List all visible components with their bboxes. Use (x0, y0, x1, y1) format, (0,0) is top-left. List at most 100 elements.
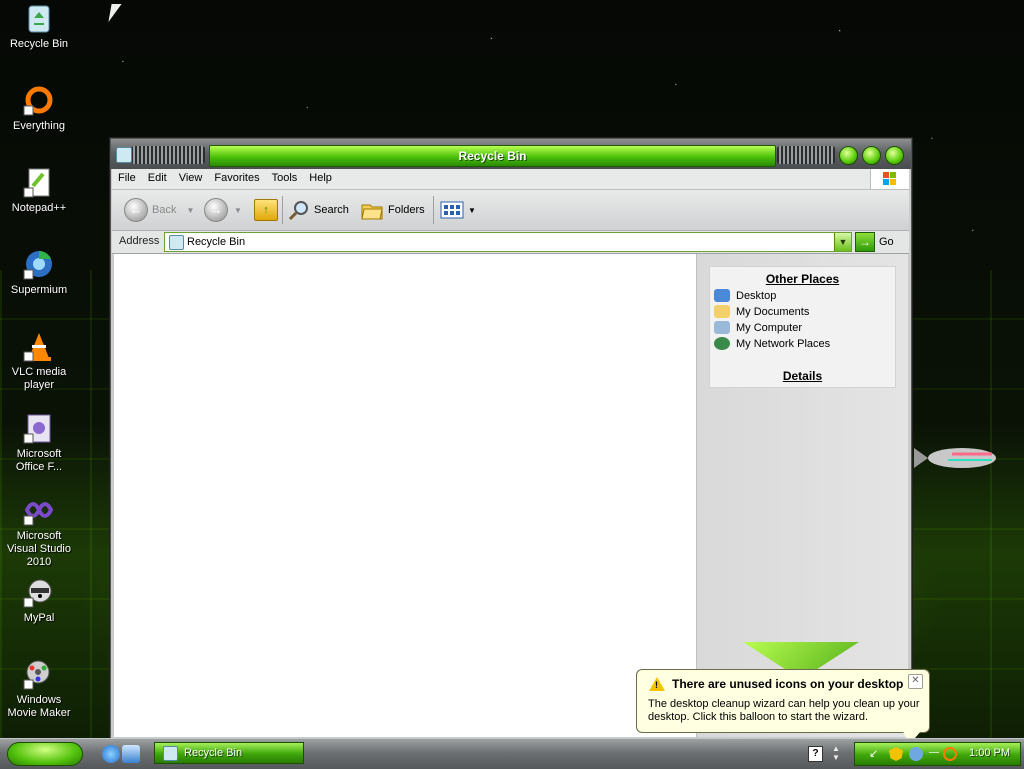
taskbar: Recycle Bin ? ▲ ▼ ↙ — 1:00 PM (0, 738, 1024, 769)
system-tray: ↙ — 1:00 PM (854, 742, 1021, 766)
desktop-icon-label: Microsoft Office F... (15, 448, 63, 473)
toolbar-separator (433, 196, 434, 224)
tray-arrow-icon[interactable]: ↙ (869, 747, 883, 761)
menu-edit[interactable]: Edit (142, 169, 173, 184)
tray-chevron-icon[interactable]: — (929, 747, 943, 761)
back-button[interactable]: ← Back ▼ (124, 198, 194, 222)
go-button[interactable]: → Go (855, 232, 894, 252)
computer-icon (714, 321, 730, 334)
menu-help[interactable]: Help (303, 169, 338, 184)
back-label: Back (152, 204, 177, 216)
address-dropdown-button[interactable]: ▼ (834, 233, 851, 251)
views-button[interactable]: ▼ (440, 198, 476, 222)
balloon-close-button[interactable]: ✕ (908, 674, 923, 689)
chevron-down-icon: ▼ (186, 205, 195, 215)
windows-flag-icon (870, 169, 909, 189)
taskbar-button-recycle-bin[interactable]: Recycle Bin (154, 742, 304, 764)
balloon-title: There are unused icons on your desktop (672, 677, 904, 691)
menu-tools[interactable]: Tools (266, 169, 304, 184)
language-bar-arrows-icon[interactable]: ▲ ▼ (832, 744, 840, 762)
folders-button[interactable]: Folders (360, 198, 425, 222)
start-button[interactable] (7, 742, 83, 766)
go-arrow-icon: → (855, 232, 875, 252)
mouse-cursor-icon (108, 4, 122, 22)
desktop-icon-notepadpp[interactable]: Notepad++ (2, 166, 76, 215)
desktop-icon-label: MyPal (23, 612, 55, 624)
everything-icon (23, 84, 55, 116)
clock[interactable]: 1:00 PM (969, 747, 1010, 759)
warning-icon: ! (649, 677, 665, 691)
views-grid-icon (440, 201, 464, 219)
place-my-computer[interactable]: My Computer (714, 321, 895, 334)
folders-label: Folders (388, 204, 425, 216)
desktop-icon-label: Notepad++ (11, 202, 67, 214)
other-places-title[interactable]: Other Places (710, 272, 895, 286)
place-my-documents[interactable]: My Documents (714, 305, 895, 318)
desktop-icon-movie-maker[interactable]: Windows Movie Maker (2, 658, 76, 720)
menu-file[interactable]: File (112, 169, 142, 184)
title-grill-left (131, 146, 205, 164)
folders-icon (361, 204, 383, 220)
place-label: Desktop (736, 289, 777, 302)
network-globe-icon (714, 337, 730, 350)
address-bar: Address Recycle Bin ▼ → Go (112, 231, 909, 254)
address-value: Recycle Bin (187, 236, 246, 248)
window-title: Recycle Bin (209, 145, 776, 167)
internet-explorer-icon[interactable] (102, 745, 120, 763)
desktop-icon-everything[interactable]: Everything (2, 84, 76, 133)
desktop-icon-recycle-bin[interactable]: Recycle Bin (2, 2, 76, 51)
taskbar-button-label: Recycle Bin (184, 747, 243, 759)
toolbar: ← Back ▼ → ▼ ↑ Search Folders ▼ (112, 190, 909, 231)
place-label: My Computer (736, 321, 803, 334)
office-document-icon (23, 412, 55, 444)
minimize-button[interactable] (839, 146, 858, 165)
chevron-down-icon: ▼ (468, 205, 476, 215)
title-bar[interactable]: Recycle Bin (111, 139, 911, 169)
desktop-icon-vlc[interactable]: VLC media player (2, 330, 76, 392)
documents-folder-icon (714, 305, 730, 318)
show-desktop-icon[interactable] (122, 745, 140, 763)
place-label: My Network Places (736, 337, 831, 350)
everything-search-tray-icon[interactable] (943, 747, 957, 761)
place-my-network-places[interactable]: My Network Places (714, 337, 895, 350)
desktop-icon-mypal[interactable]: MyPal (2, 576, 76, 625)
menu-favorites[interactable]: Favorites (208, 169, 265, 184)
supermium-icon (23, 248, 55, 280)
recycle-bin-small-icon (116, 147, 132, 163)
info-icon[interactable] (909, 747, 923, 761)
forward-arrow-icon: → (204, 198, 228, 222)
place-desktop[interactable]: Desktop (714, 289, 895, 302)
desktop-icon (714, 289, 730, 302)
file-list-area[interactable] (114, 254, 697, 737)
address-label: Address (119, 235, 160, 247)
details-title[interactable]: Details (710, 369, 895, 383)
desktop-icon-label: Everything (13, 120, 65, 132)
explorer-window: Recycle Bin File Edit View Favorites Tools He… (110, 138, 912, 740)
help-icon[interactable]: ? (808, 746, 823, 762)
close-button[interactable] (885, 146, 904, 165)
forward-button[interactable]: → ▼ (204, 198, 242, 222)
search-label: Search (314, 204, 349, 216)
desktop-icon-label: Supermium (10, 284, 68, 296)
notepad-plus-plus-icon (23, 166, 55, 198)
menu-bar: File Edit View Favorites Tools Help (112, 169, 909, 190)
desktop-icon-label: Microsoft Visual Studio 2010 (6, 530, 71, 568)
chevron-down-icon: ▼ (234, 205, 242, 215)
desktop-icon-visual-studio[interactable]: Microsoft Visual Studio 2010 (2, 494, 76, 569)
place-label: My Documents (736, 305, 810, 318)
menu-view[interactable]: View (173, 169, 209, 184)
maximize-button[interactable] (862, 146, 881, 165)
security-shield-icon[interactable] (889, 747, 903, 761)
address-input[interactable]: Recycle Bin ▼ (164, 232, 852, 252)
desktop-cleanup-balloon[interactable]: ! There are unused icons on your desktop… (636, 669, 930, 745)
up-folder-button[interactable]: ↑ (254, 198, 278, 222)
fish-wallpaper-decoration (912, 438, 1002, 478)
search-button[interactable]: Search (288, 198, 349, 222)
desktop-icon-microsoft-office[interactable]: Microsoft Office F... (2, 412, 76, 474)
desktop-icon-supermium[interactable]: Supermium (2, 248, 76, 297)
title-grill-right (777, 146, 835, 164)
film-reel-icon (23, 658, 55, 690)
desktop-icon-label: Recycle Bin (9, 38, 69, 50)
mypal-raccoon-icon (23, 576, 55, 608)
other-places-panel: Other Places Desktop My Documents My Com… (709, 266, 896, 388)
